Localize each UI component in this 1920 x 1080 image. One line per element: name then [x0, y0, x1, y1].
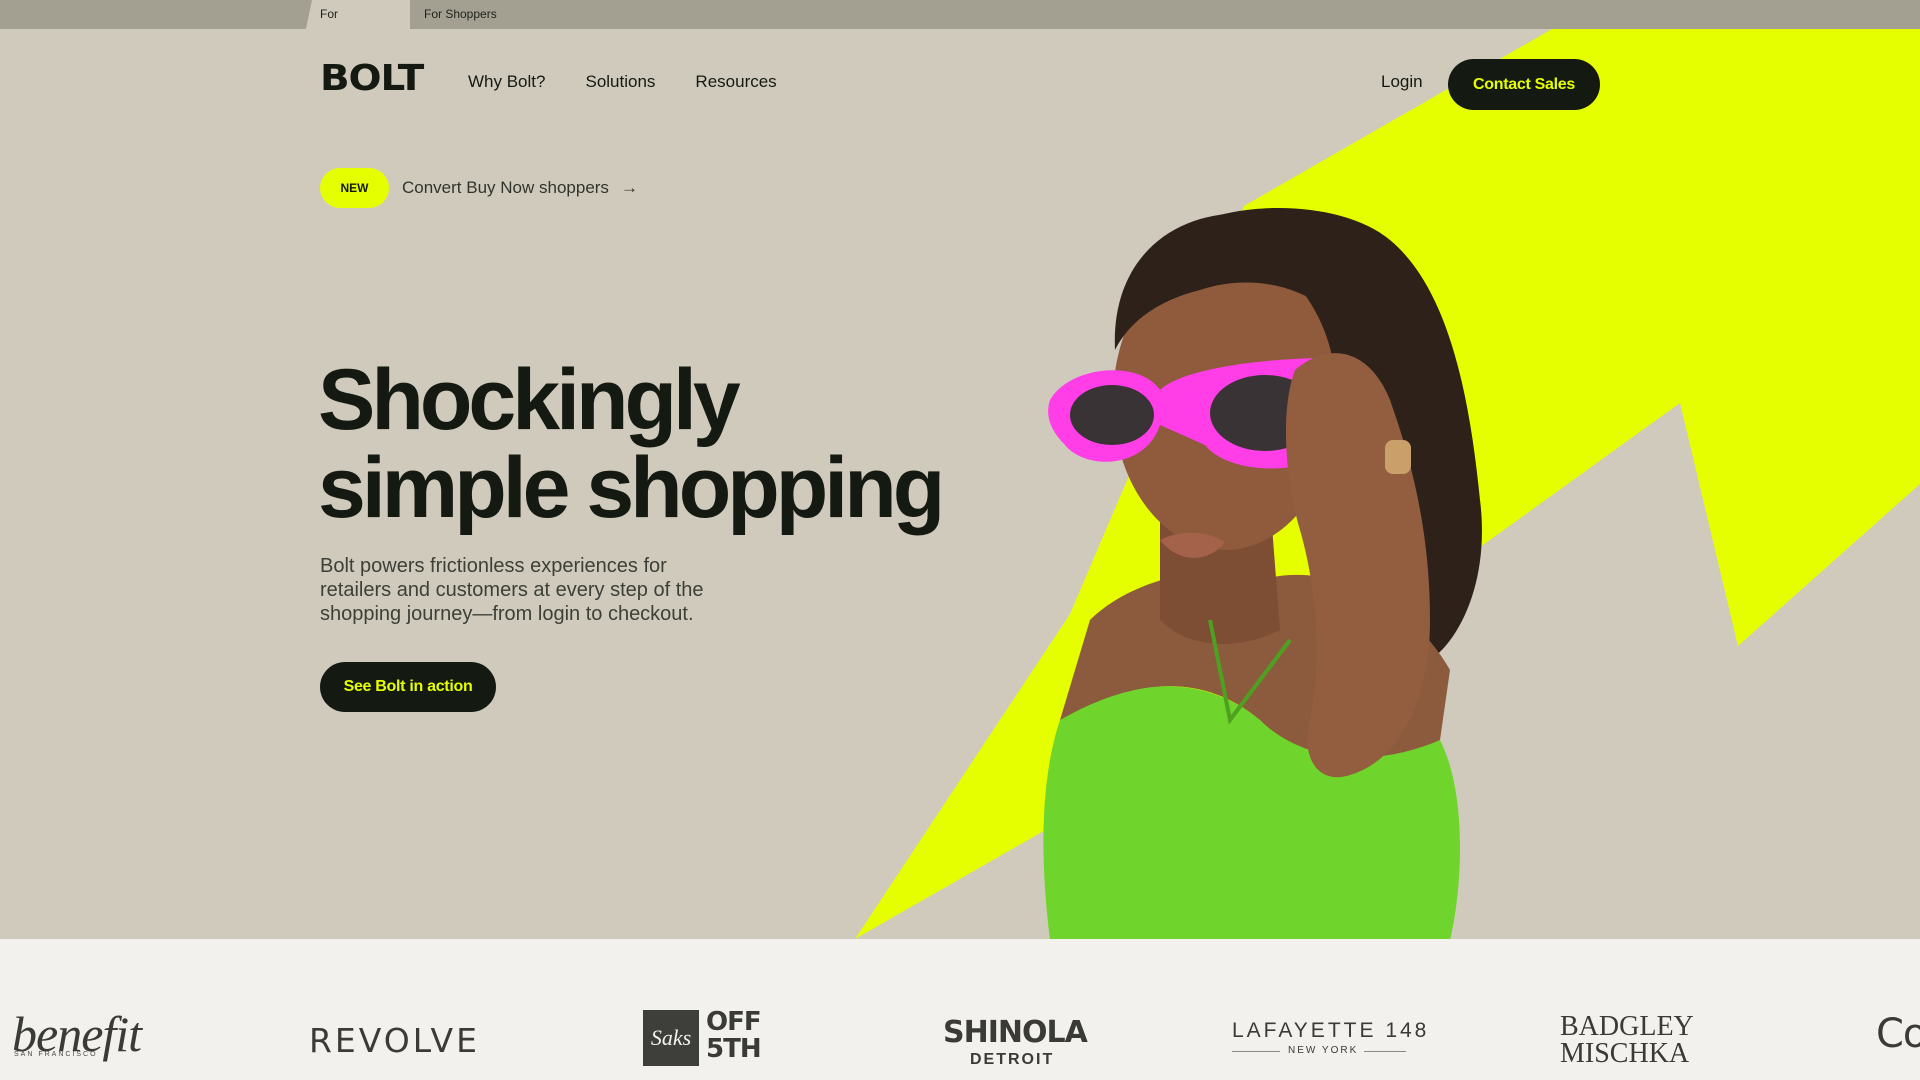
brand-shinola-sub: DETROIT — [970, 1051, 1055, 1068]
brand-partial: Co — [1876, 1011, 1920, 1057]
badgley-line-2: MISCHKA — [1560, 1038, 1690, 1069]
lafayette-rule-right — [1364, 1051, 1406, 1052]
see-bolt-in-action-button[interactable]: See Bolt in action — [320, 662, 496, 712]
tab-for-merchants[interactable]: For Merchants — [306, 0, 410, 29]
new-badge: NEW — [320, 168, 389, 208]
nav-resources[interactable]: Resources — [695, 72, 776, 92]
arrow-right-icon: → — [620, 178, 638, 197]
off5th-line-1: OFF — [706, 1007, 762, 1037]
ring-shape — [1385, 440, 1411, 474]
nav-solutions[interactable]: Solutions — [585, 72, 655, 92]
badgley-line-1: BADGLEY — [1560, 1011, 1694, 1042]
hero-headline: Shockingly simple shopping — [318, 356, 978, 532]
lafayette-rule-left — [1232, 1051, 1280, 1052]
tab-for-shoppers[interactable]: For Shoppers — [410, 0, 511, 29]
hero-portrait-image — [1043, 207, 1482, 940]
brand-lafayette: LAFAYETTE 148 — [1232, 1019, 1430, 1042]
brand-benefit-sub: SAN FRANCISCO — [14, 1051, 98, 1058]
brand-shinola: SHINOLA — [943, 1015, 1088, 1050]
headline-line-1: Shockingly — [318, 352, 741, 448]
off5th-line-2: 5TH — [706, 1034, 762, 1064]
announcement-link[interactable]: Convert Buy Now shoppers → — [402, 178, 638, 198]
hero-subcopy: Bolt powers frictionless experiences for… — [320, 555, 704, 625]
main-nav: Why Bolt? Solutions Resources — [468, 72, 777, 92]
login-link[interactable]: Login — [1381, 72, 1423, 92]
contact-sales-button[interactable]: Contact Sales — [1448, 59, 1600, 110]
announcement-text: Convert Buy Now shoppers — [402, 178, 609, 197]
top-utility-bar: For Merchants For Shoppers — [0, 0, 1920, 29]
bolt-logo[interactable]: BOLT — [320, 58, 424, 99]
brand-off5th: OFF 5TH — [706, 1007, 762, 1064]
brand-logo-strip: benefit SAN FRANCISCO REVOLVE Saks OFF 5… — [0, 939, 1920, 1080]
headline-line-2: simple shopping — [318, 440, 945, 536]
brand-lafayette-sub: NEW YORK — [1288, 1045, 1359, 1056]
nav-why-bolt[interactable]: Why Bolt? — [468, 72, 545, 92]
brand-revolve: REVOLVE — [309, 1021, 480, 1060]
brand-badgley-mischka: BADGLEY MISCHKA — [1560, 1011, 1694, 1069]
brand-saks-mark: Saks — [643, 1010, 699, 1066]
